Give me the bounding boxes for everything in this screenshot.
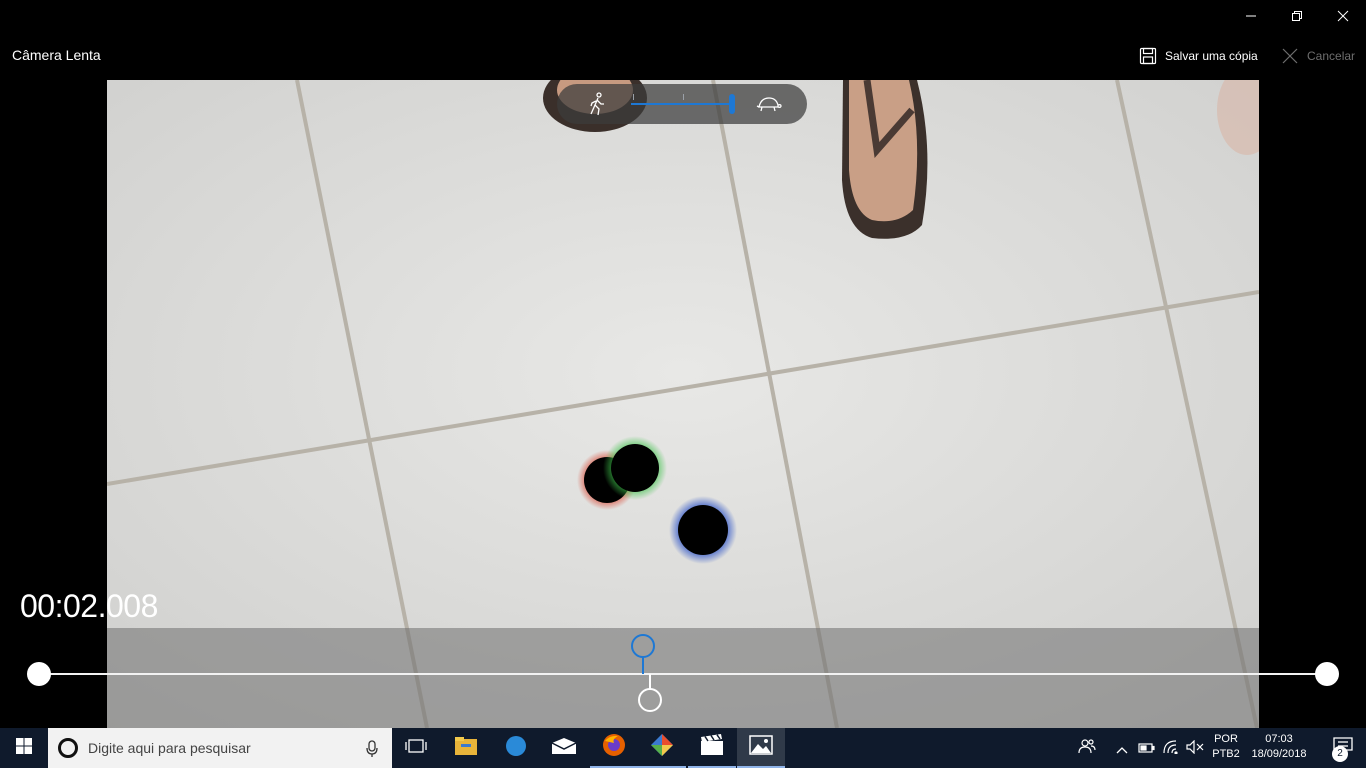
cancel-button[interactable]: Cancelar xyxy=(1281,44,1355,68)
start-button[interactable] xyxy=(0,728,48,768)
language-indicator[interactable]: POR PTB2 xyxy=(1206,732,1246,762)
app-title: Câmera Lenta xyxy=(12,47,101,63)
firefox-button[interactable] xyxy=(590,728,638,768)
speed-control xyxy=(557,84,807,124)
title-bar xyxy=(0,0,1366,32)
video-editor-icon xyxy=(700,734,724,760)
microphone-icon[interactable] xyxy=(366,740,378,762)
people-icon xyxy=(1078,738,1096,758)
clock[interactable]: 07:03 18/09/2018 xyxy=(1244,732,1314,762)
show-hidden-icons-button[interactable] xyxy=(1112,728,1132,768)
task-view-icon xyxy=(405,738,427,758)
restore-button[interactable] xyxy=(1274,0,1320,32)
video-editor-button[interactable] xyxy=(688,728,736,768)
windows-start-icon xyxy=(16,738,32,758)
close-icon xyxy=(1337,7,1349,26)
chevron-up-icon xyxy=(1116,739,1128,758)
search-placeholder: Digite aqui para pesquisar xyxy=(88,740,251,756)
speed-slider-thumb[interactable] xyxy=(729,94,735,114)
trim-end-handle[interactable] xyxy=(1315,662,1339,686)
mail-icon xyxy=(551,737,577,759)
cancel-label: Cancelar xyxy=(1307,49,1356,63)
minimize-button[interactable] xyxy=(1228,0,1274,32)
photos-app-window: Câmera Lenta Salvar uma cópia Cancelar 0… xyxy=(0,0,1366,728)
speed-tick xyxy=(683,94,684,100)
cortana-icon xyxy=(58,738,78,758)
task-view-button[interactable] xyxy=(392,728,440,768)
volume-muted-icon xyxy=(1186,739,1204,758)
git-icon xyxy=(650,733,674,761)
photos-icon xyxy=(749,735,773,759)
language-code: POR xyxy=(1214,733,1238,745)
wifi-icon xyxy=(1163,739,1181,758)
restore-icon xyxy=(1291,7,1303,26)
cancel-close-icon xyxy=(1281,47,1299,65)
slow-motion-marker-stem xyxy=(642,657,644,674)
network-button[interactable] xyxy=(1160,728,1184,768)
save-copy-button[interactable]: Salvar uma cópia xyxy=(1139,44,1258,68)
walking-person-icon xyxy=(585,92,609,120)
firefox-icon xyxy=(602,733,626,761)
trim-start-handle[interactable] xyxy=(27,662,51,686)
speed-track[interactable] xyxy=(631,103,733,105)
battery-icon xyxy=(1138,739,1156,758)
mail-button[interactable] xyxy=(540,728,588,768)
photos-button[interactable] xyxy=(737,728,785,768)
browser-button[interactable] xyxy=(492,728,540,768)
turtle-icon xyxy=(756,95,782,117)
timeline-band xyxy=(107,628,1259,728)
minimize-icon xyxy=(1245,7,1257,26)
sandal-right xyxy=(842,80,928,239)
save-copy-label: Salvar uma cópia xyxy=(1165,49,1258,63)
file-explorer-icon xyxy=(454,736,478,760)
people-button[interactable] xyxy=(1074,728,1100,768)
playhead-handle[interactable] xyxy=(638,688,662,712)
clock-date: 18/09/2018 xyxy=(1251,748,1307,760)
close-button[interactable] xyxy=(1320,0,1366,32)
search-box[interactable]: Digite aqui para pesquisar xyxy=(48,728,392,768)
save-icon xyxy=(1139,47,1157,65)
file-explorer-button[interactable] xyxy=(442,728,490,768)
timeline-track[interactable] xyxy=(38,673,1328,675)
notification-count-badge: 2 xyxy=(1332,746,1348,762)
keyboard-layout: PTB2 xyxy=(1212,748,1240,760)
git-button[interactable] xyxy=(638,728,686,768)
clock-time: 07:03 xyxy=(1265,733,1293,745)
speed-tick xyxy=(633,94,634,100)
volume-button[interactable] xyxy=(1184,728,1206,768)
browser-icon xyxy=(505,735,527,761)
taskbar: Digite aqui para pesquisar POR PTB2 07:0… xyxy=(0,728,1366,768)
battery-button[interactable] xyxy=(1136,728,1158,768)
timecode: 00:02.008 xyxy=(20,588,158,624)
slow-motion-marker-handle[interactable] xyxy=(631,634,655,658)
